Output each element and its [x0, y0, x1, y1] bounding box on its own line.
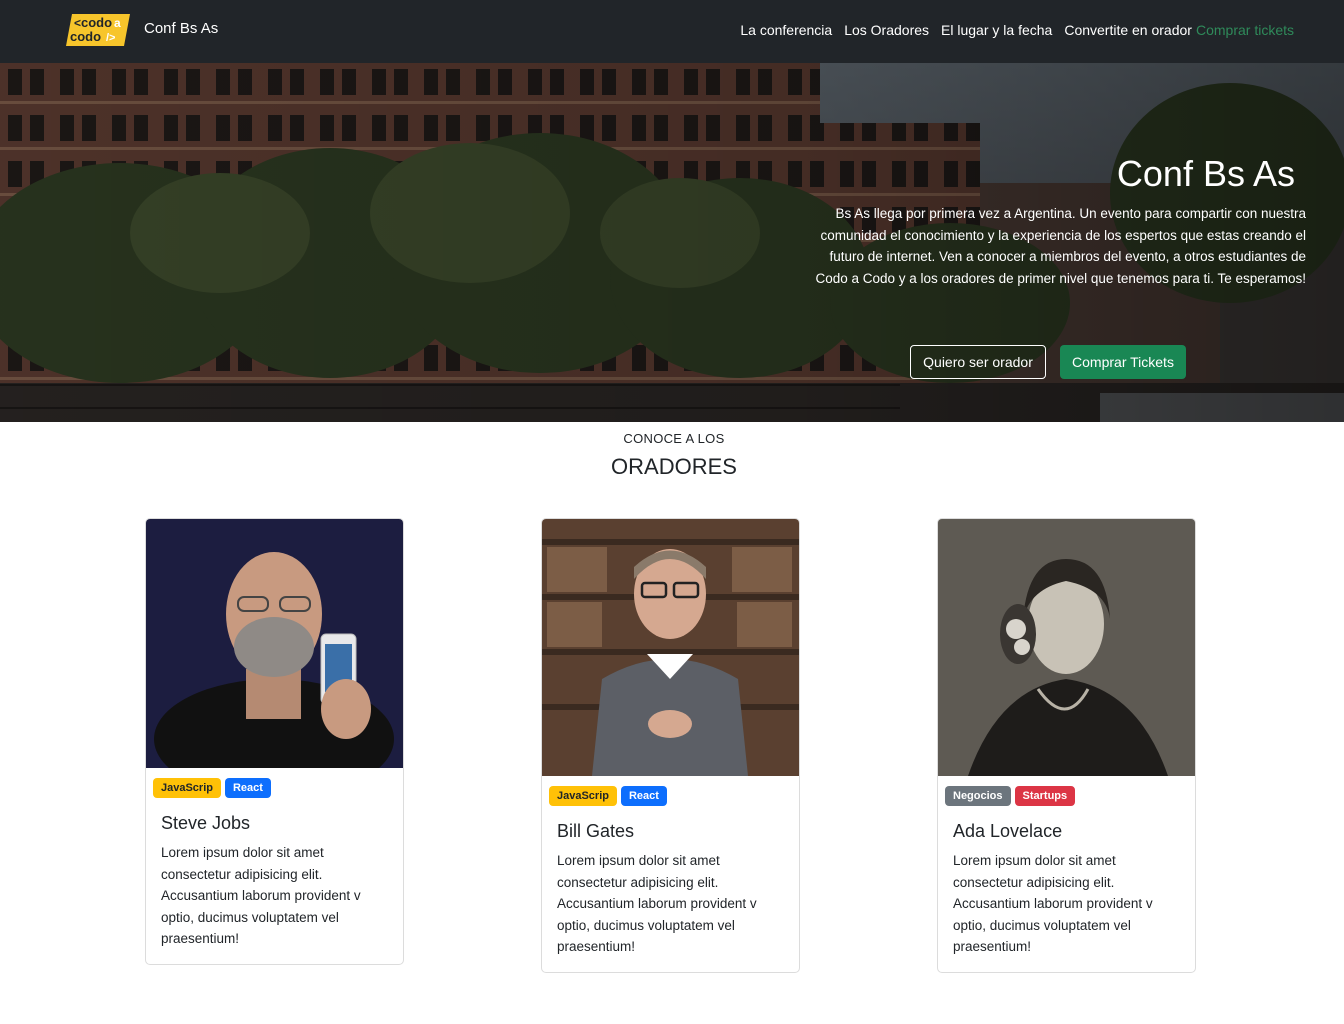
speaker-photo: [938, 519, 1195, 776]
speaker-card-ada-lovelace: Negocios Startups Ada Lovelace Lorem ips…: [937, 518, 1196, 973]
speaker-bio: Lorem ipsum dolor sit amet consectetur a…: [161, 845, 361, 946]
svg-text:/>: />: [106, 32, 115, 44]
svg-text:codo: codo: [81, 15, 112, 30]
svg-text:<: <: [74, 16, 81, 30]
nav-link-oradores[interactable]: Los Oradores: [844, 22, 929, 38]
nav-link-comprar-tickets[interactable]: Comprar tickets: [1196, 22, 1294, 38]
svg-text:a: a: [114, 16, 121, 30]
badge-react: React: [620, 786, 667, 806]
speaker-bio: Lorem ipsum dolor sit amet consectetur a…: [557, 853, 757, 954]
badge-javascript: JavaScrip: [153, 778, 221, 798]
speaker-photo: [146, 519, 403, 768]
speakers-subtitle: CONOCE A LOS: [623, 431, 725, 446]
speaker-bio: Lorem ipsum dolor sit amet consectetur a…: [953, 853, 1153, 954]
hero-title: Conf Bs As: [1116, 153, 1295, 194]
hero-description: Bs As llega por primera vez a Argentina.…: [815, 206, 1306, 286]
nav-link-conferencia[interactable]: La conferencia: [740, 22, 832, 38]
badge-react: React: [224, 778, 271, 798]
speakers-title: ORADORES: [611, 454, 737, 479]
speaker-card-steve-jobs: JavaScrip React Steve Jobs Lorem ipsum d…: [145, 518, 404, 965]
badge-negocios: Negocios: [945, 786, 1011, 806]
speaker-name: Bill Gates: [557, 821, 635, 841]
speaker-card-bill-gates: JavaScrip React Bill Gates Lorem ipsum d…: [541, 518, 800, 973]
speaker-name: Steve Jobs: [161, 813, 251, 833]
hero-section: Conf Bs As Bs As llega por primera vez a…: [0, 63, 1344, 422]
badge-javascript: JavaScrip: [549, 786, 617, 806]
top-navbar: < codo a codo /> Conf Bs As La conferenc…: [0, 0, 1344, 63]
svg-text:codo: codo: [70, 29, 101, 44]
buy-tickets-button[interactable]: Comprar Tickets: [1060, 345, 1186, 379]
nav-link-lugar-fecha[interactable]: El lugar y la fecha: [941, 22, 1052, 38]
speaker-photo: [542, 519, 799, 776]
brand-title[interactable]: Conf Bs As: [144, 20, 218, 37]
badge-group: JavaScrip React: [542, 776, 799, 806]
badge-group: JavaScrip React: [146, 768, 403, 798]
speaker-name: Ada Lovelace: [953, 821, 1063, 841]
nav-link-convertite-orador[interactable]: Convertite en orador: [1064, 22, 1192, 38]
nav-links: La conferencia Los Oradores El lugar y l…: [728, 22, 1294, 38]
brand-logo-link[interactable]: < codo a codo />: [66, 14, 130, 46]
badge-startups: Startups: [1014, 786, 1076, 806]
codo-a-codo-logo: < codo a codo />: [66, 14, 130, 46]
speaker-signup-button[interactable]: Quiero ser orador: [910, 345, 1046, 379]
badge-group: Negocios Startups: [938, 776, 1195, 806]
